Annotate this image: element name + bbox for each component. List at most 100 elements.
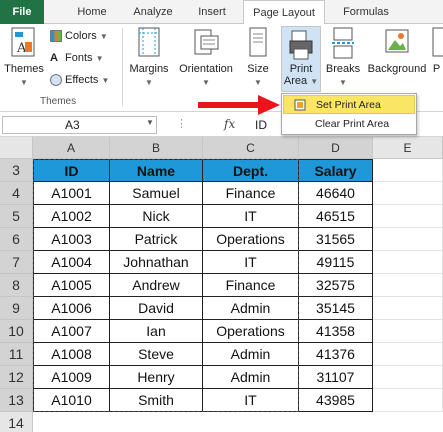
empty-cell[interactable] (373, 159, 443, 182)
empty-cell[interactable] (373, 228, 443, 251)
table-cell[interactable]: A1003 (33, 228, 110, 251)
row-header-13[interactable]: 13 (0, 389, 33, 412)
tab-insert[interactable]: Insert (192, 0, 232, 24)
colors-button[interactable]: Colors ▼ (50, 26, 108, 46)
table-cell[interactable]: A1006 (33, 297, 110, 320)
tab-page-layout[interactable]: Page Layout (243, 0, 325, 25)
table-cell[interactable]: 49115 (299, 251, 373, 274)
background-button[interactable]: Background (364, 26, 430, 76)
table-cell[interactable]: Finance (203, 274, 299, 297)
table-header-cell[interactable]: ID (33, 159, 110, 182)
table-cell[interactable]: Operations (203, 228, 299, 251)
row-header-10[interactable]: 10 (0, 320, 33, 343)
table-cell[interactable]: Johnathan (110, 251, 203, 274)
table-cell[interactable]: IT (203, 389, 299, 412)
table-cell[interactable]: A1007 (33, 320, 110, 343)
table-cell[interactable]: A1005 (33, 274, 110, 297)
table-cell[interactable]: A1008 (33, 343, 110, 366)
empty-cell[interactable] (373, 182, 443, 205)
formula-bar-resize-handle[interactable]: ⋮ (176, 117, 187, 130)
table-cell[interactable]: 41358 (299, 320, 373, 343)
table-cell[interactable]: 46515 (299, 205, 373, 228)
row-header-3[interactable]: 3 (0, 159, 33, 182)
column-header-c[interactable]: C (203, 137, 299, 159)
tab-file[interactable]: File (0, 0, 44, 24)
row-header-4[interactable]: 4 (0, 182, 33, 205)
tab-home[interactable]: Home (72, 0, 112, 24)
chevron-down-icon[interactable]: ▼ (146, 118, 154, 127)
table-cell[interactable]: Operations (203, 320, 299, 343)
row-header-9[interactable]: 9 (0, 297, 33, 320)
table-cell[interactable]: 31107 (299, 366, 373, 389)
tab-formulas[interactable]: Formulas (336, 0, 396, 24)
empty-cell[interactable] (373, 251, 443, 274)
empty-cell[interactable] (373, 320, 443, 343)
group-label-themes: Themes (40, 96, 77, 107)
print-area-button[interactable]: Print Area ▼ (281, 26, 321, 92)
table-cell[interactable]: Nick (110, 205, 203, 228)
insert-function-icon[interactable]: fx (224, 117, 235, 131)
table-cell[interactable]: Patrick (110, 228, 203, 251)
table-cell[interactable]: IT (203, 251, 299, 274)
tab-analyze[interactable]: Analyze (124, 0, 182, 24)
table-cell[interactable]: Admin (203, 297, 299, 320)
chevron-down-icon: ▼ (310, 77, 319, 86)
column-header-a[interactable]: A (33, 137, 110, 159)
table-cell[interactable]: 46640 (299, 182, 373, 205)
table-cell[interactable]: Andrew (110, 274, 203, 297)
table-cell[interactable]: IT (203, 205, 299, 228)
empty-cell[interactable] (373, 366, 443, 389)
breaks-button[interactable]: Breaks ▼ (324, 26, 362, 88)
table-cell[interactable]: 32575 (299, 274, 373, 297)
table-cell[interactable]: Henry (110, 366, 203, 389)
table-cell[interactable]: Samuel (110, 182, 203, 205)
effects-button[interactable]: Effects ▼ (50, 70, 109, 90)
table-cell[interactable]: Admin (203, 343, 299, 366)
fonts-button[interactable]: A Fonts ▼ (50, 48, 104, 68)
table-cell[interactable]: A1002 (33, 205, 110, 228)
margins-button[interactable]: Margins ▼ (126, 26, 172, 88)
select-all-corner[interactable] (0, 137, 33, 159)
name-box[interactable]: A3 (2, 116, 157, 134)
table-cell[interactable]: David (110, 297, 203, 320)
clear-print-area-menu-item[interactable]: Clear Print Area (283, 115, 415, 134)
empty-cell[interactable] (373, 274, 443, 297)
row-header-12[interactable]: 12 (0, 366, 33, 389)
table-cell[interactable]: Admin (203, 366, 299, 389)
table-cell[interactable]: 41376 (299, 343, 373, 366)
row-header-7[interactable]: 7 (0, 251, 33, 274)
row-header-11[interactable]: 11 (0, 343, 33, 366)
table-cell[interactable]: 35145 (299, 297, 373, 320)
column-header-d[interactable]: D (299, 137, 373, 159)
size-button[interactable]: Size ▼ (240, 26, 276, 88)
row-header-14[interactable]: 14 (0, 412, 33, 432)
empty-cell[interactable] (373, 205, 443, 228)
worksheet-grid[interactable]: A B C D E 3 4 5 6 7 8 9 10 11 12 13 14 ID Name Dept. Salary A… (0, 137, 443, 432)
table-header-cell[interactable]: Salary (299, 159, 373, 182)
set-print-area-menu-item[interactable]: Set Print Area (283, 95, 415, 114)
table-cell[interactable]: A1009 (33, 366, 110, 389)
empty-cell[interactable] (373, 297, 443, 320)
table-cell[interactable]: Ian (110, 320, 203, 343)
table-header-cell[interactable]: Name (110, 159, 203, 182)
table-header-cell[interactable]: Dept. (203, 159, 299, 182)
formula-input[interactable]: ID (252, 116, 282, 134)
print-titles-button[interactable]: P (430, 26, 443, 76)
table-cell[interactable]: A1010 (33, 389, 110, 412)
row-header-8[interactable]: 8 (0, 274, 33, 297)
column-header-e[interactable]: E (373, 137, 443, 159)
empty-cell[interactable] (373, 343, 443, 366)
table-cell[interactable]: 43985 (299, 389, 373, 412)
table-cell[interactable]: A1004 (33, 251, 110, 274)
table-cell[interactable]: A1001 (33, 182, 110, 205)
column-header-b[interactable]: B (110, 137, 203, 159)
row-header-6[interactable]: 6 (0, 228, 33, 251)
table-cell[interactable]: Finance (203, 182, 299, 205)
table-cell[interactable]: Steve (110, 343, 203, 366)
orientation-button[interactable]: Orientation ▼ (174, 26, 238, 88)
empty-cell[interactable] (373, 389, 443, 412)
table-cell[interactable]: 31565 (299, 228, 373, 251)
themes-button[interactable]: A Themes ▼ (4, 26, 44, 88)
row-header-5[interactable]: 5 (0, 205, 33, 228)
table-cell[interactable]: Smith (110, 389, 203, 412)
